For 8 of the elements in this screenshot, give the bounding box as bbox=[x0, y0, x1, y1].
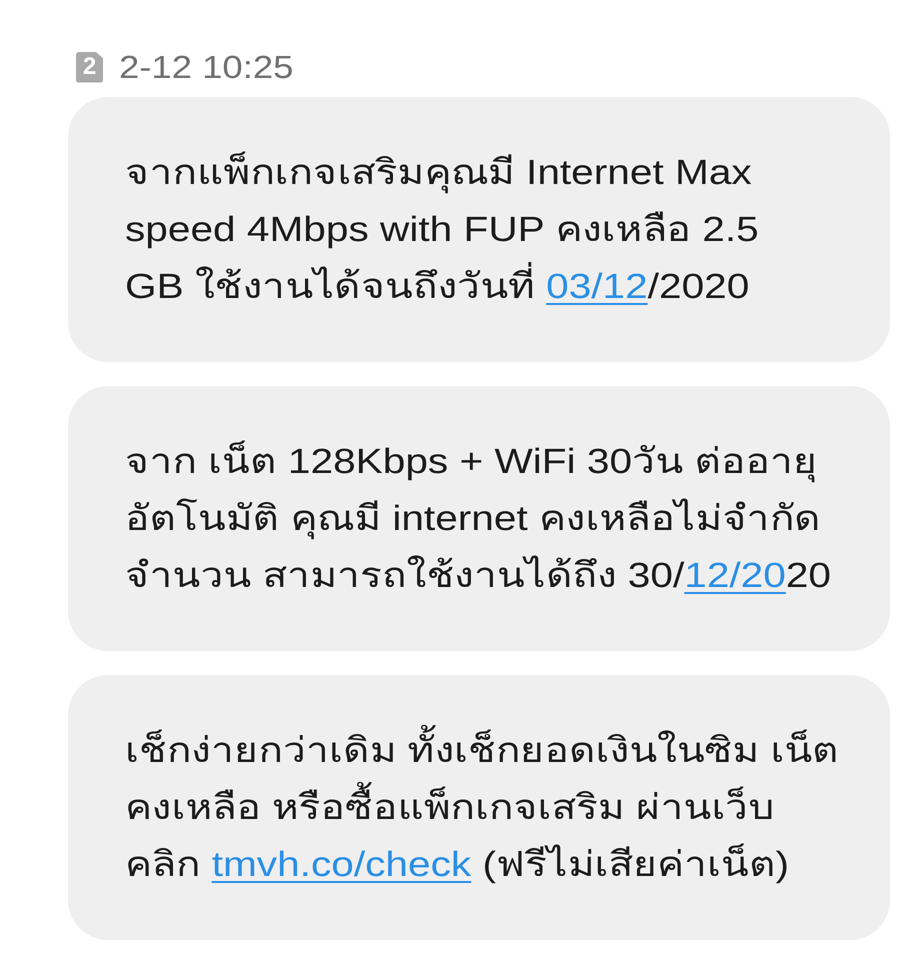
message-link[interactable]: 12/20 bbox=[684, 556, 786, 595]
message-link[interactable]: 03/12 bbox=[546, 267, 648, 306]
message-text: จากแพ็กเกจเสริมคุณมี Internet Max speed 4Mbps with FUP คงเหลือ 2.5 GB ใช้งานได้จนถึงวันที่ 03/12/2020 bbox=[125, 150, 759, 308]
message-link[interactable]: tmvh.co/check bbox=[212, 845, 472, 884]
message-time: 2-12 10:25 bbox=[119, 51, 294, 83]
message-text: เช็กง่ายกว่าเดิม ทั้งเช็กยอดเงินในซิม เน็ต คงเหลือ หรือซื้อแพ็กเกจเสริม ผ่านเว็บ คลิก tmvh.co/check (ฟรีไม่เสียค่าเน็ต) bbox=[125, 722, 839, 893]
message-text: จาก เน็ต 128Kbps + WiFi 30วัน ต่ออายุ อัตโนมัติ คุณมี internet คงเหลือไม่จำกัด จำนวน สามารถใช้งานได้ถึง 30/12/2020 bbox=[125, 440, 832, 597]
sim-badge: 2 bbox=[76, 52, 103, 82]
